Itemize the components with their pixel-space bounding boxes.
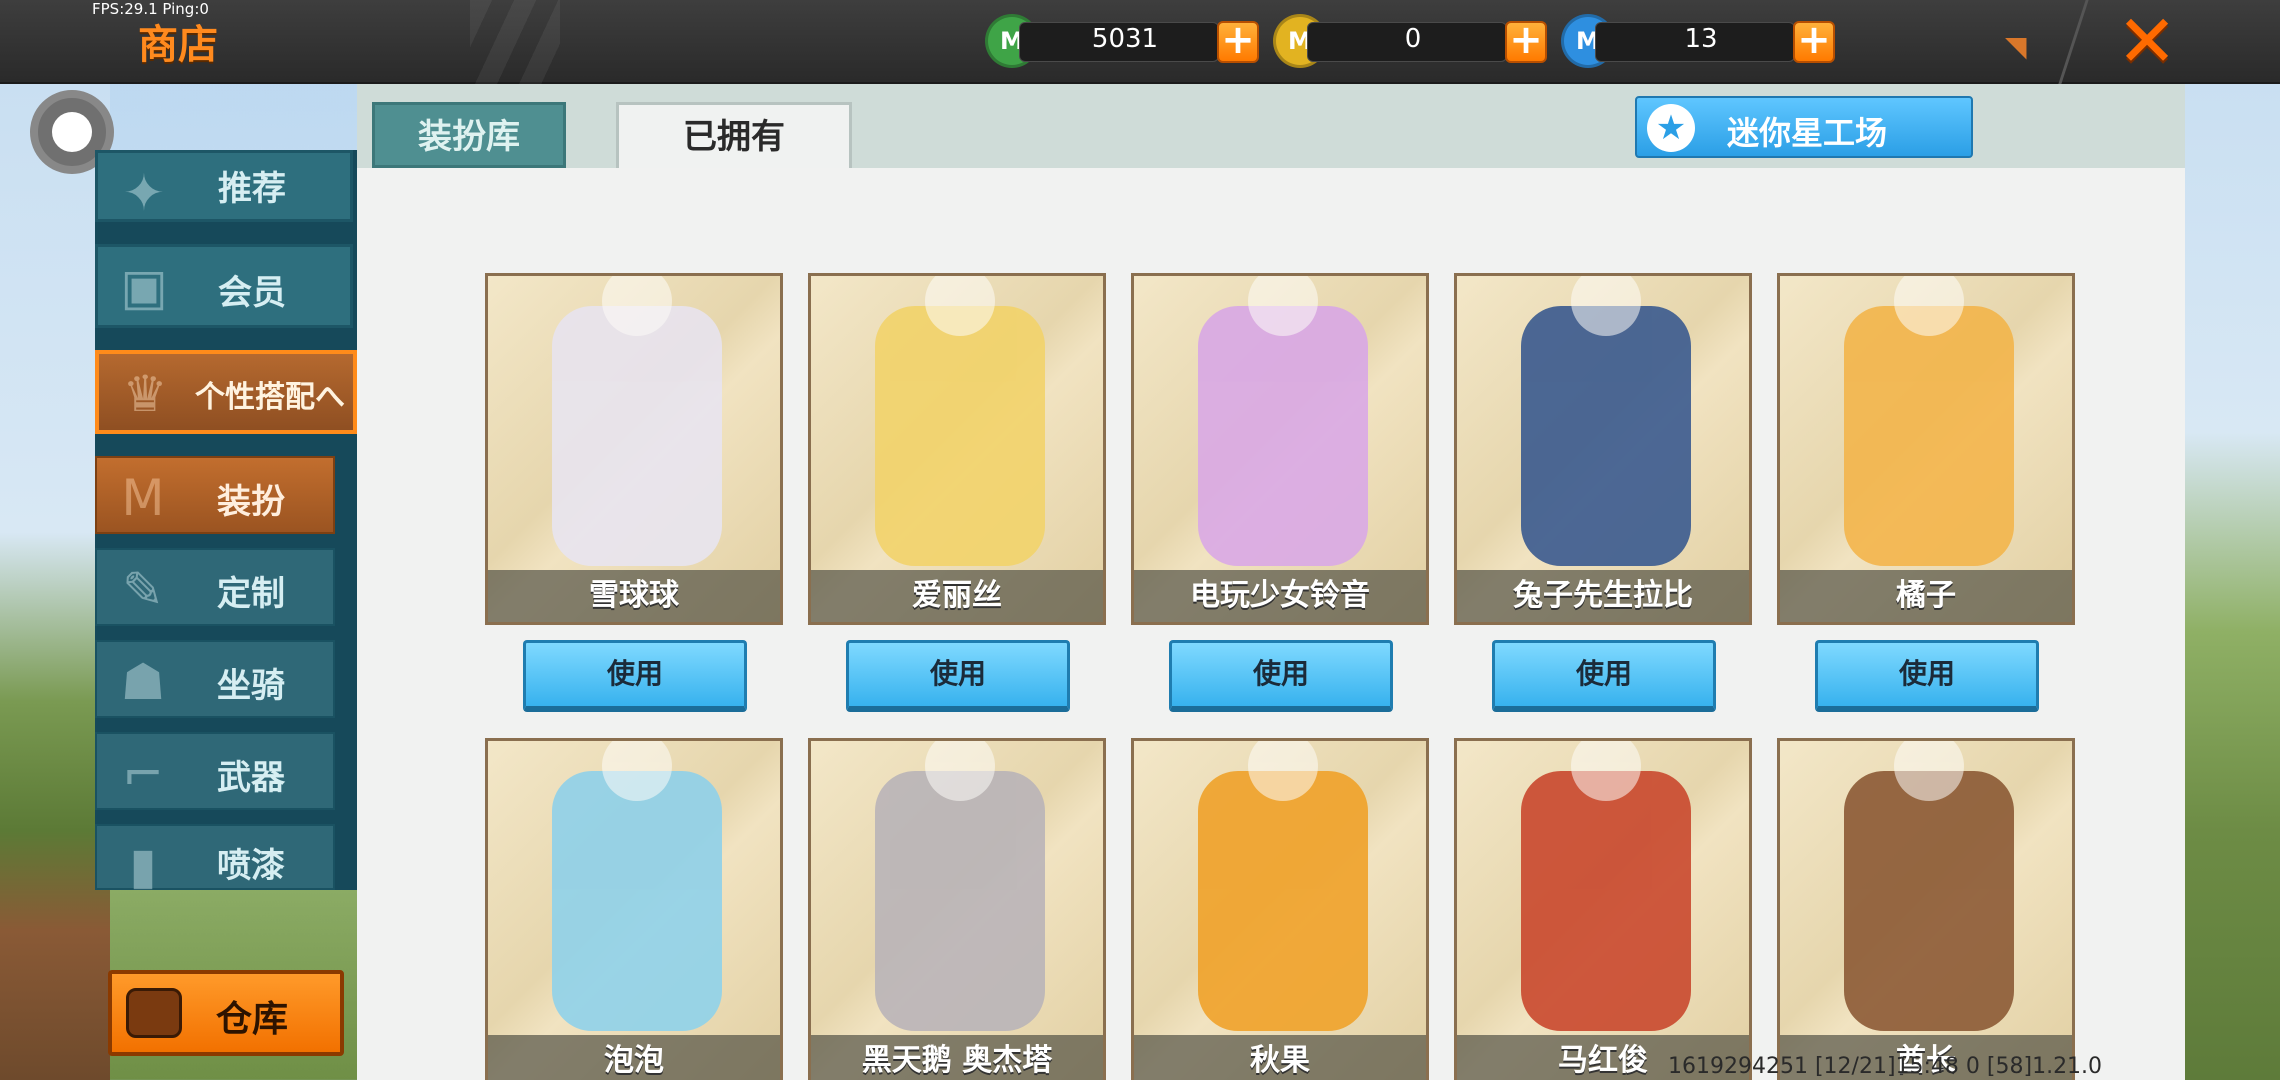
sidebar-item-customize[interactable]: ✎ 定制 [95, 548, 335, 626]
outfit-card[interactable]: 马红俊 [1454, 738, 1752, 1080]
use-button[interactable]: 使用 [523, 640, 747, 712]
sidebar-item-outfit[interactable]: M 装扮 [95, 456, 335, 534]
outfit-card[interactable]: 爱丽丝 [808, 273, 1106, 625]
outfit-card[interactable]: 兔子先生拉比 [1454, 273, 1752, 625]
thumbs-up-icon: ✦ [123, 164, 165, 222]
character-image [1521, 276, 1691, 566]
workshop-label: 迷你星工场 [1727, 114, 1888, 152]
character-image [552, 741, 722, 1031]
signal-icon: ◥ [2005, 30, 2027, 63]
version-info: 1619294251 [12/21]15:48 0 [58]1.21.0 [1668, 1054, 2103, 1079]
sidebar-item-label: 会员 [218, 273, 286, 313]
sidebar-item-label: 定制 [217, 574, 285, 614]
shirt-icon: M [121, 469, 165, 527]
outfit-name: 电玩少女铃音 [1190, 578, 1370, 613]
sidebar-item-weapon[interactable]: ⌐ 武器 [95, 732, 335, 810]
use-button[interactable]: 使用 [1492, 640, 1716, 712]
outfit-card[interactable]: 黑天鹅 奥杰塔 [808, 738, 1106, 1080]
character-image [1521, 741, 1691, 1031]
sidebar-item-spray[interactable]: ▮ 喷漆 [95, 824, 335, 895]
sidebar-item-label: 坐骑 [217, 666, 285, 706]
add-gold-coin-button[interactable]: + [1505, 20, 1547, 63]
outfit-card[interactable]: 橘子 [1777, 273, 2075, 625]
outfit-name: 雪球球 [589, 578, 679, 613]
warehouse-label: 仓库 [216, 999, 289, 1040]
main-panel: 装扮库 已拥有 ★ 迷你星工场 雪球球 爱丽丝 电玩少女铃音 兔子先生拉比 橘子… [357, 84, 2185, 1080]
sidebar-item-recommend[interactable]: ✦ 推荐 [95, 150, 353, 222]
currency-value: 0 [1404, 24, 1422, 54]
outfit-card[interactable]: 酋长 [1777, 738, 2075, 1080]
chest-icon [126, 988, 182, 1038]
use-button[interactable]: 使用 [846, 640, 1070, 712]
character-image [1198, 276, 1368, 566]
use-button[interactable]: 使用 [1169, 640, 1393, 712]
character-image [1844, 741, 2014, 1031]
tab-outfit-library[interactable]: 装扮库 [372, 102, 566, 168]
warehouse-button[interactable]: 仓库 [108, 970, 344, 1056]
gun-icon: ⌐ [122, 745, 164, 803]
tab-owned[interactable]: 已拥有 [616, 102, 852, 168]
page-title: 商店 [138, 22, 218, 68]
outfit-card[interactable]: 泡泡 [485, 738, 783, 1080]
outfit-name: 秋果 [1250, 1043, 1310, 1078]
star-icon: ★ [1647, 104, 1695, 152]
top-bar: FPS:29.1 Ping:0 商店 M 5031 + M 0 + M 13 +… [0, 0, 2280, 84]
character-image [1844, 276, 2014, 566]
background-world-right [2180, 84, 2280, 1080]
member-icon: ▣ [120, 258, 168, 316]
mini-star-workshop-button[interactable]: ★ 迷你星工场 [1635, 96, 1973, 158]
sidebar-item-label: 武器 [217, 758, 285, 798]
outfit-card[interactable]: 电玩少女铃音 [1131, 273, 1429, 625]
outfit-name: 爱丽丝 [912, 578, 1002, 613]
sidebar-item-label: 推荐 [218, 169, 286, 209]
character-image [875, 276, 1045, 566]
background-world-left [0, 84, 110, 1080]
outfit-card[interactable]: 秋果 [1131, 738, 1429, 1080]
tab-bar: 装扮库 已拥有 ★ 迷你星工场 [357, 84, 2185, 168]
outfit-grid: 雪球球 爱丽丝 电玩少女铃音 兔子先生拉比 橘子 使用 使用 使用 使用 使用 [357, 168, 2185, 1080]
sidebar-item-label: 喷漆 [217, 846, 285, 886]
use-button[interactable]: 使用 [1815, 640, 2039, 712]
sidebar-item-member[interactable]: ▣ 会员 [95, 244, 353, 328]
outfit-name: 橘子 [1896, 578, 1956, 613]
outfit-name: 泡泡 [604, 1043, 664, 1078]
outfit-name: 黑天鹅 奥杰塔 [861, 1043, 1053, 1078]
close-button[interactable]: ✕ [2112, 5, 2182, 77]
sidebar-item-personal-style[interactable]: ♛ 个性搭配へ [95, 350, 357, 434]
currency-value: 13 [1684, 24, 1718, 54]
mount-icon: ☗ [120, 653, 166, 711]
spray-can-icon: ▮ [129, 837, 157, 895]
pencil-icon: ✎ [122, 561, 164, 619]
trophy-icon: ♛ [122, 365, 168, 423]
sidebar-item-mount[interactable]: ☗ 坐骑 [95, 640, 335, 718]
character-image [1198, 741, 1368, 1031]
outfit-name: 兔子先生拉比 [1513, 578, 1693, 613]
sidebar-item-label: 个性搭配へ [195, 380, 345, 415]
sidebar: ✦ 推荐 ▣ 会员 ♛ 个性搭配へ M 装扮 ✎ 定制 ☗ 坐骑 ⌐ 武器 ▮ … [95, 150, 357, 895]
character-image [875, 741, 1045, 1031]
character-image [552, 276, 722, 566]
add-green-gem-button[interactable]: + [1217, 20, 1259, 63]
decorative-stripe [470, 0, 560, 84]
currency-value: 5031 [1091, 24, 1159, 54]
outfit-card[interactable]: 雪球球 [485, 273, 783, 625]
sidebar-item-label: 装扮 [217, 482, 285, 522]
add-blue-coin-button[interactable]: + [1793, 20, 1835, 63]
